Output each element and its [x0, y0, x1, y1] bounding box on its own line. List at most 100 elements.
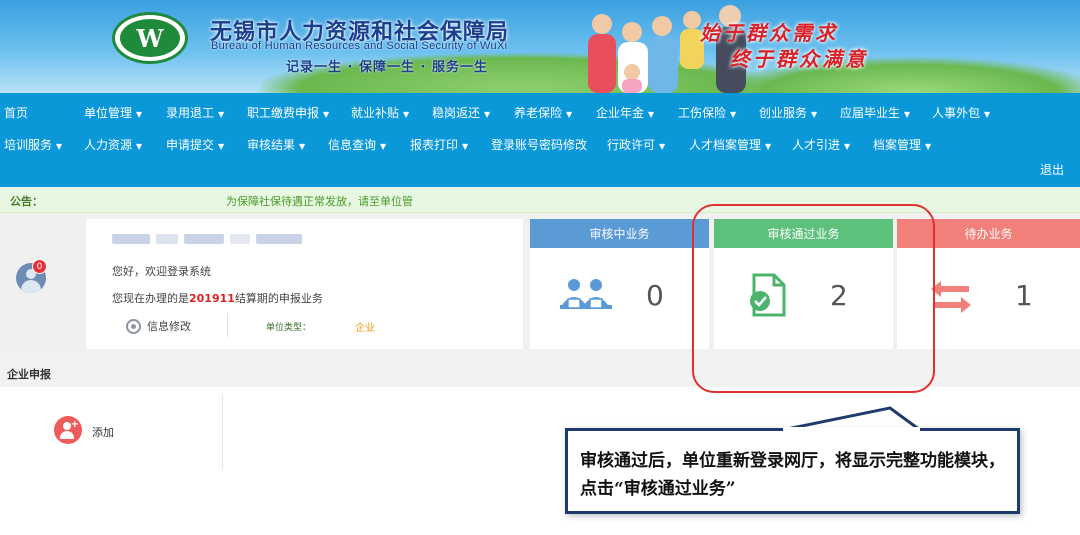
motto-line-2: 终于群众满意	[730, 47, 868, 71]
chevron-down-icon: ▼	[730, 110, 737, 119]
nav-item[interactable]: 申请提交 ▼	[166, 136, 224, 153]
nav-item-label: 申请提交	[166, 138, 215, 152]
nav-item-label: 工伤保险	[678, 106, 727, 120]
nav-item-label: 稳岗返还	[432, 106, 481, 120]
nav-item-label: 录用退工	[166, 106, 215, 120]
info-edit-label: 信息修改	[147, 320, 191, 333]
nav-item-label: 人事外包	[932, 106, 981, 120]
nav-item[interactable]: 养老保险 ▼	[514, 104, 572, 121]
chevron-down-icon: ▼	[811, 110, 818, 119]
chevron-down-icon: ▼	[904, 110, 911, 119]
settlement-period: 201911	[189, 292, 235, 305]
nav-item-label: 养老保险	[514, 106, 563, 120]
notice-text[interactable]: 为保障社保待遇正常发放，请至单位管	[226, 193, 413, 209]
nav-item[interactable]: 信息查询 ▼	[328, 136, 386, 153]
info-edit-button[interactable]: 信息修改	[126, 318, 191, 334]
nav-item-label: 行政许可	[607, 138, 656, 152]
nav-item-label: 档案管理	[873, 138, 922, 152]
nav-item-label: 职工缴费申报	[247, 106, 320, 120]
nav-item-label: 人才档案管理	[689, 138, 762, 152]
nav-item-label: 人力资源	[84, 138, 133, 152]
nav-item-label: 培训服务	[4, 138, 53, 152]
motto: 始于群众需求 终于群众满意	[700, 20, 868, 72]
logo: W	[112, 12, 188, 64]
nav-item[interactable]: 审核结果 ▼	[247, 136, 305, 153]
exchange-arrows-icon	[931, 281, 971, 313]
nav-item[interactable]: 人才档案管理 ▼	[689, 136, 771, 153]
nav-item[interactable]: 人力资源 ▼	[84, 136, 142, 153]
chevron-down-icon: ▼	[323, 110, 330, 119]
chevron-down-icon: ▼	[659, 142, 666, 151]
chevron-down-icon: ▼	[765, 142, 772, 151]
chevron-down-icon: ▼	[136, 110, 143, 119]
chevron-down-icon: ▼	[218, 110, 225, 119]
nav-item-label: 创业服务	[759, 106, 808, 120]
nav-item[interactable]: 人才引进 ▼	[792, 136, 850, 153]
slogan: 记录一生 · 保障一生 · 服务一生	[286, 60, 488, 75]
add-button-label[interactable]: 添加	[92, 424, 114, 440]
nav-item[interactable]: 企业年金 ▼	[596, 104, 654, 121]
section-title: 企业申报	[7, 368, 51, 381]
nav-item[interactable]: 单位管理 ▼	[84, 104, 142, 121]
nav-item[interactable]: 工伤保险 ▼	[678, 104, 736, 121]
nav-item[interactable]: 就业补贴 ▼	[351, 104, 409, 121]
greeting-text: 您好，欢迎登录系统	[112, 265, 211, 278]
stat-card-title: 审核中业务	[530, 219, 709, 248]
chevron-down-icon: ▼	[566, 110, 573, 119]
stat-card-reviewing[interactable]: 审核中业务 0	[530, 219, 709, 349]
unit-type-label: 单位类型：	[266, 323, 312, 333]
chevron-down-icon: ▼	[925, 142, 932, 151]
motto-line-1: 始于群众需求	[700, 21, 838, 45]
chevron-down-icon: ▼	[484, 110, 491, 119]
chevron-down-icon: ▼	[380, 142, 387, 151]
nav-item-label: 登录账号密码修改	[491, 138, 588, 152]
nav-item[interactable]: 创业服务 ▼	[759, 104, 817, 121]
nav-item-label: 首页	[4, 106, 29, 120]
nav-item-label: 企业年金	[596, 106, 645, 120]
nav-item-label: 信息查询	[328, 138, 377, 152]
nav-item-label: 单位管理	[84, 106, 133, 120]
annotation-text: 审核通过后，单位重新登录网厅，将显示完整功能模块，点击“审核通过业务”	[580, 451, 1005, 499]
chevron-down-icon: ▼	[218, 142, 225, 151]
users-at-desk-icon	[560, 279, 612, 309]
org-name-en: Bureau of Human Resources and Social Sec…	[211, 40, 508, 52]
annotation-callout: 审核通过后，单位重新登录网厅，将显示完整功能模块，点击“审核通过业务”	[565, 428, 1020, 514]
unit-type-value: 企业	[355, 323, 375, 334]
highlight-circle	[692, 204, 935, 393]
stat-count: 0	[646, 279, 664, 312]
nav-item[interactable]: 培训服务 ▼	[4, 136, 62, 153]
nav-item-label: 报表打印	[410, 138, 459, 152]
chevron-down-icon: ▼	[136, 142, 143, 151]
notice-label: 公告：	[10, 195, 43, 208]
profile-card: 0 您好，欢迎登录系统 您现在办理的是201911结算期的申报业务 信息修改 单…	[0, 219, 523, 349]
settlement-period-text: 您现在办理的是201911结算期的申报业务	[112, 292, 323, 305]
nav-item-label: 审核结果	[247, 138, 296, 152]
nav-item[interactable]: 录用退工 ▼	[166, 104, 224, 121]
nav-item[interactable]: 职工缴费申报 ▼	[247, 104, 329, 121]
chevron-down-icon: ▼	[299, 142, 306, 151]
nav-item[interactable]: 行政许可 ▼	[607, 136, 665, 153]
nav-item[interactable]: 人事外包 ▼	[932, 104, 990, 121]
nav-item[interactable]: 应届毕业生 ▼	[840, 104, 910, 121]
message-badge[interactable]: 0	[32, 259, 47, 274]
divider	[227, 313, 228, 337]
nav-item[interactable]: 档案管理 ▼	[873, 136, 931, 153]
redacted-unit-name	[112, 231, 312, 247]
callout-pointer-cover	[783, 427, 920, 432]
nav-item-label: 应届毕业生	[840, 106, 901, 120]
logout-link[interactable]: 退出	[1040, 161, 1064, 178]
chevron-down-icon: ▼	[403, 110, 410, 119]
stat-count: 1	[1015, 279, 1033, 312]
chevron-down-icon: ▼	[984, 110, 991, 119]
add-user-icon[interactable]: +	[54, 416, 82, 444]
nav-item[interactable]: 报表打印 ▼	[410, 136, 468, 153]
chevron-down-icon: ▼	[56, 142, 63, 151]
nav-item[interactable]: 登录账号密码修改	[491, 136, 587, 153]
header-banner: W 无锡市人力资源和社会保障局 Bureau of Human Resource…	[0, 0, 1080, 93]
gear-icon	[126, 318, 141, 334]
nav-item-label: 就业补贴	[351, 106, 400, 120]
chevron-down-icon: ▼	[844, 142, 851, 151]
nav-item[interactable]: 稳岗返还 ▼	[432, 104, 490, 121]
nav-item[interactable]: 首页	[4, 104, 28, 121]
nav-item-label: 人才引进	[792, 138, 841, 152]
